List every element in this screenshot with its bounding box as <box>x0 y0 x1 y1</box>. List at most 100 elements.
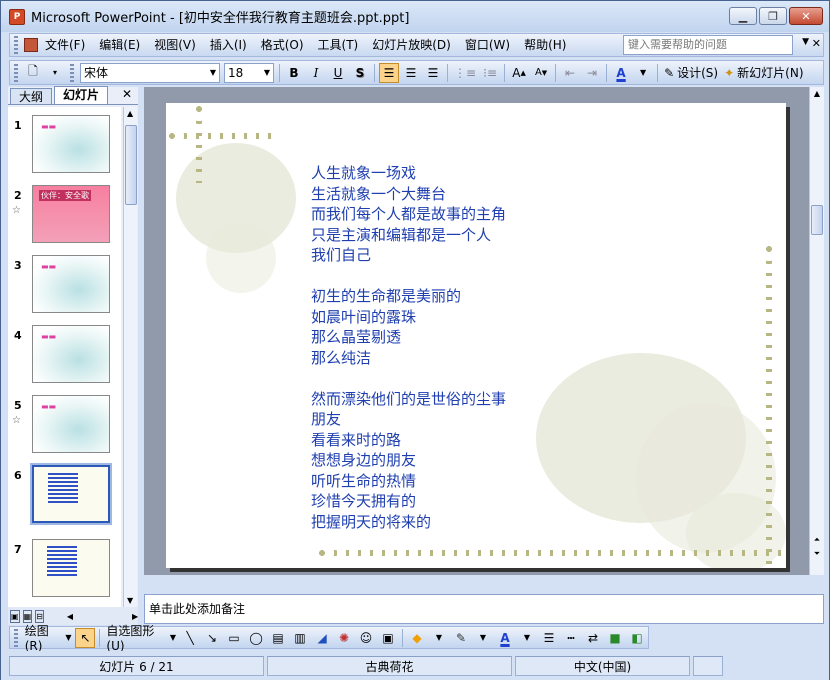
menu-tools[interactable]: 工具(T) <box>311 34 366 56</box>
thumbnails-scrollbar[interactable]: ▲ ▼ <box>123 107 137 607</box>
thumbnail-row[interactable]: 5 ☆ ▬▬ <box>8 395 121 459</box>
slide-body-text[interactable]: 人生就象一场戏 生活就象一个大舞台 而我们每个人都是故事的主角 只是主演和编辑都… <box>311 163 506 532</box>
slide-sorter-icon[interactable]: ▦ <box>22 609 33 623</box>
font-color-dropdown-icon[interactable]: ▼ <box>517 628 537 648</box>
menu-file[interactable]: 文件(F) <box>38 34 92 56</box>
clipart-icon[interactable]: ☺ <box>356 628 376 648</box>
picture-icon[interactable]: ▣ <box>378 628 398 648</box>
slide-scrollbar[interactable]: ▲ ⏶ ⏷ <box>809 87 824 575</box>
decrease-indent-icon[interactable]: ⇤ <box>560 63 580 83</box>
previous-slide-icon[interactable]: ⏶ <box>810 535 824 545</box>
arrow-tool-icon[interactable]: ↘ <box>202 628 222 648</box>
design-button[interactable]: ✎ 设计(S) <box>662 63 720 83</box>
toolbar-grip[interactable] <box>14 628 18 647</box>
font-name-select[interactable]: 宋体 ▼ <box>80 62 220 83</box>
font-color-icon[interactable]: A <box>495 628 515 648</box>
slide-thumbnail[interactable]: ▬▬ <box>32 115 110 173</box>
thumbnail-row[interactable]: 6 <box>8 463 121 529</box>
slide-thumbnail-selected[interactable] <box>30 463 112 525</box>
numbered-list-icon[interactable]: ⋮≡ <box>452 63 478 83</box>
help-dropdown-icon[interactable]: ▼ <box>802 37 809 47</box>
italic-button[interactable]: I <box>306 63 326 83</box>
menu-help[interactable]: 帮助(H) <box>517 34 573 56</box>
increase-font-icon[interactable]: A ▲ <box>509 63 529 83</box>
fill-color-dropdown-icon[interactable]: ▼ <box>429 628 449 648</box>
minimize-button[interactable]: ▁ <box>729 7 757 25</box>
scroll-thumb[interactable] <box>811 205 823 235</box>
arrow-style-icon[interactable]: ⇄ <box>583 628 603 648</box>
slide-thumbnail[interactable]: ▬▬ <box>32 255 110 313</box>
close-button[interactable]: ✕ <box>789 7 823 25</box>
vertical-textbox-icon[interactable]: ▥ <box>290 628 310 648</box>
scroll-up-icon[interactable]: ▲ <box>127 109 133 118</box>
shadow-button[interactable]: S <box>350 63 370 83</box>
toolbar-options-icon[interactable]: ▾ <box>45 63 65 83</box>
bullet-list-icon[interactable]: ⁝≡ <box>480 63 500 83</box>
pane-close-icon[interactable]: ✕ <box>122 87 132 101</box>
toolbar-grip[interactable] <box>14 63 18 82</box>
scroll-right-icon[interactable]: ▶ <box>132 612 138 621</box>
draw-menu-button[interactable]: 绘图(R) ▼ <box>23 624 74 653</box>
new-document-icon[interactable]: 🗋 <box>23 63 43 83</box>
slide-thumbnail[interactable]: ▬▬ <box>32 325 110 383</box>
menu-slideshow[interactable]: 幻灯片放映(D) <box>365 34 458 56</box>
menu-window[interactable]: 窗口(W) <box>458 34 517 56</box>
restore-button[interactable]: ❐ <box>759 7 787 25</box>
normal-view-icon[interactable]: ▣ <box>10 609 20 623</box>
fill-color-icon[interactable]: ◆ <box>407 628 427 648</box>
tab-outline[interactable]: 大纲 <box>10 88 53 104</box>
help-search-input[interactable]: 键入需要帮助的问题 <box>623 35 793 55</box>
rectangle-tool-icon[interactable]: ▭ <box>224 628 244 648</box>
thumbnail-row[interactable]: 1 ▬▬ <box>8 115 121 179</box>
slide-canvas[interactable]: 人生就象一场戏 生活就象一个大舞台 而我们每个人都是故事的主角 只是主演和编辑都… <box>166 103 786 568</box>
line-color-dropdown-icon[interactable]: ▼ <box>473 628 493 648</box>
menu-insert[interactable]: 插入(I) <box>203 34 254 56</box>
thumbnail-row[interactable]: 2 ☆ 伙伴：安全歌 <box>8 185 121 249</box>
slideshow-icon[interactable]: ⊟ <box>35 609 44 623</box>
document-icon[interactable] <box>24 38 38 52</box>
menu-format[interactable]: 格式(O) <box>254 34 311 56</box>
autoshapes-button[interactable]: 自选图形(U) ▼ <box>104 624 178 653</box>
scroll-left-icon[interactable]: ◀ <box>67 612 73 621</box>
dash-style-icon[interactable]: ┅ <box>561 628 581 648</box>
underline-button[interactable]: U <box>328 63 348 83</box>
font-size-select[interactable]: 18 ▼ <box>224 62 274 83</box>
new-slide-button[interactable]: ✦ 新幻灯片(N) <box>722 63 805 83</box>
slide-thumbnail[interactable]: 伙伴：安全歌 <box>32 185 110 243</box>
menu-view[interactable]: 视图(V) <box>147 34 203 56</box>
line-style-icon[interactable]: ☰ <box>539 628 559 648</box>
tab-slides[interactable]: 幻灯片 <box>54 86 109 104</box>
shadow-style-icon[interactable]: ■ <box>605 628 625 648</box>
next-slide-icon[interactable]: ⏷ <box>810 549 824 559</box>
align-center-icon[interactable]: ☰ <box>401 63 421 83</box>
line-tool-icon[interactable]: ╲ <box>180 628 200 648</box>
select-pointer-icon[interactable]: ↖ <box>75 627 96 648</box>
thumbnail-row[interactable]: 3 ▬▬ <box>8 255 121 319</box>
bold-button[interactable]: B <box>284 63 304 83</box>
align-right-icon[interactable]: ☰ <box>423 63 443 83</box>
diagram-icon[interactable]: ✺ <box>334 628 354 648</box>
scroll-thumb[interactable] <box>125 125 137 205</box>
menu-edit[interactable]: 编辑(E) <box>92 34 147 56</box>
3d-style-icon[interactable]: ◧ <box>627 628 647 648</box>
document-close-icon[interactable]: ✕ <box>812 37 821 50</box>
wordart-icon[interactable]: ◢ <box>312 628 332 648</box>
font-color-icon[interactable]: A <box>611 63 631 83</box>
thumbnail-row[interactable]: 7 <box>8 539 121 603</box>
increase-indent-icon[interactable]: ⇥ <box>582 63 602 83</box>
slide-thumbnail[interactable] <box>32 539 110 597</box>
textbox-tool-icon[interactable]: ▤ <box>268 628 288 648</box>
decrease-font-icon[interactable]: A ▼ <box>531 63 551 83</box>
toolbar-grip-2[interactable] <box>70 63 74 82</box>
thumbnail-row[interactable]: 4 ▬▬ <box>8 325 121 389</box>
line-color-icon[interactable]: ✎ <box>451 628 471 648</box>
oval-tool-icon[interactable]: ◯ <box>246 628 266 648</box>
align-left-icon[interactable]: ☰ <box>379 62 399 83</box>
scroll-down-icon[interactable]: ▼ <box>127 596 133 605</box>
menubar-grip[interactable] <box>14 36 18 54</box>
font-color-dropdown-icon[interactable]: ▼ <box>633 63 653 83</box>
slide-thumbnail[interactable]: ▬▬ <box>32 395 110 453</box>
notes-pane[interactable]: 单击此处添加备注 <box>144 594 824 624</box>
powerpoint-app-icon[interactable]: P <box>9 8 25 25</box>
scroll-up-icon[interactable]: ▲ <box>810 89 824 98</box>
